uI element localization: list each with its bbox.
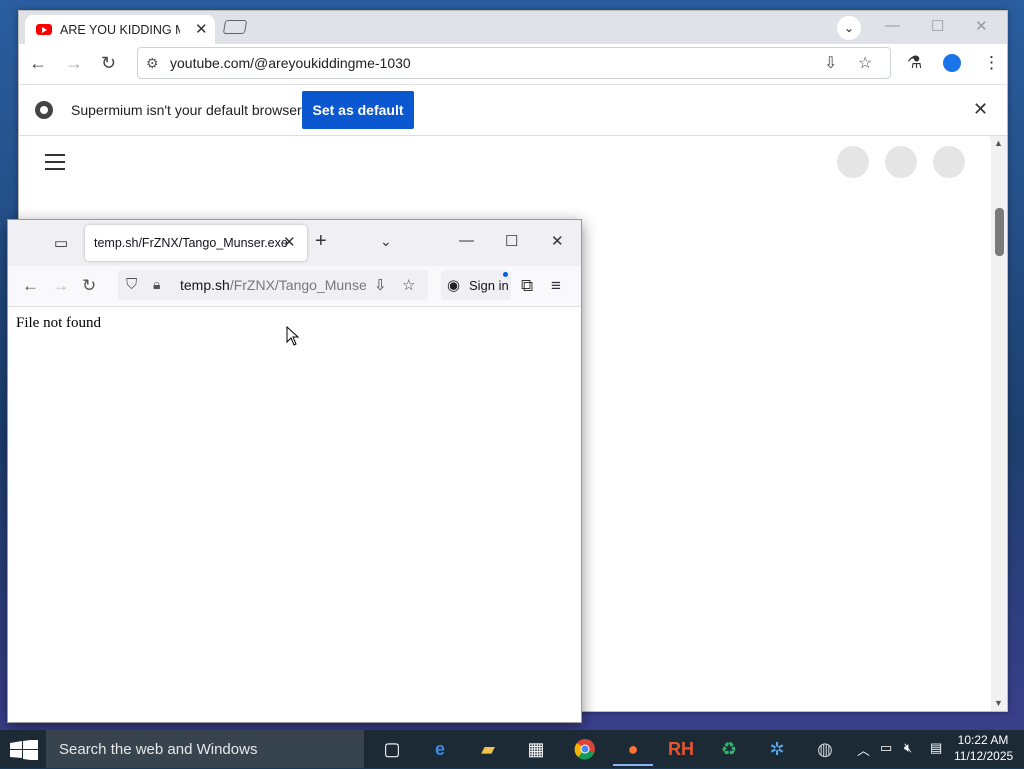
extensions-puzzle-icon[interactable]: ⧉ (521, 276, 533, 296)
notifications-icon[interactable]: ▤ (930, 740, 942, 756)
lock-icon[interactable]: 🔒︎ (153, 276, 160, 293)
close-window-icon[interactable]: ✕ (975, 17, 988, 35)
new-tab-plus-icon[interactable]: + (315, 230, 327, 253)
notification-dot (503, 272, 508, 277)
vertical-scrollbar[interactable]: ▲ ▼ (991, 136, 1007, 711)
tracking-shield-icon[interactable]: ⛉ (126, 276, 137, 293)
supermium-logo-icon (35, 101, 53, 119)
placeholder-circle-1 (837, 146, 869, 178)
back-arrow-icon[interactable]: ← (22, 276, 39, 296)
scrollbar-thumb[interactable] (995, 208, 1004, 256)
firefox-nav-bar: ← → ↻ ⛉ 🔒︎ temp.sh/FrZNX/Tango_Munser.ex… (8, 266, 581, 307)
taskbar-search-box[interactable]: Search the web and Windows (46, 730, 364, 768)
url-path: /FrZNX/Tango_Munser.exe (229, 277, 366, 293)
chrome-address-bar[interactable]: ⚙ youtube.com/@areyoukiddingme-1030 ⇩ ☆ (137, 47, 891, 79)
store-icon[interactable]: ▦ (516, 734, 556, 764)
chrome-tab-title: ARE YOU KIDDING ME (60, 23, 180, 37)
reload-icon[interactable]: ↻ (82, 276, 96, 296)
windows-taskbar: Search the web and Windows ▢ e ▰ ▦ ● RH … (0, 730, 1024, 768)
firefox-tab-title: temp.sh/FrZNX/Tango_Munser.exe (94, 236, 288, 250)
edge-icon[interactable]: e (420, 734, 460, 764)
close-tab-icon[interactable]: ✕ (283, 233, 296, 251)
maximize-icon[interactable]: ☐ (505, 232, 518, 250)
youtube-icon (36, 24, 52, 35)
install-app-icon[interactable]: ⇩ (824, 53, 837, 73)
chrome-tab-youtube[interactable]: ARE YOU KIDDING ME ✕ (25, 15, 215, 44)
minimize-icon[interactable]: — (459, 232, 474, 249)
reload-icon[interactable]: ↻ (101, 53, 116, 74)
clock-time: 10:22 AM (957, 733, 1009, 747)
rh-app-icon[interactable]: RH (661, 734, 701, 764)
tab-search-chevron-icon[interactable]: ⌄ (837, 16, 861, 40)
firefox-url-text: temp.sh/FrZNX/Tango_Munser.exe (180, 277, 366, 293)
file-explorer-icon[interactable]: ▰ (468, 734, 508, 764)
infobar-close-icon[interactable]: ✕ (973, 99, 988, 120)
firefox-icon[interactable]: ● (613, 734, 653, 766)
close-tab-icon[interactable]: ✕ (195, 20, 208, 38)
list-all-tabs-chevron-icon[interactable]: ⌄ (380, 233, 392, 250)
tab-tray-icon[interactable]: ▭ (54, 234, 68, 252)
firefox-tab-bar: ▭ temp.sh/FrZNX/Tango_Munser.exe ✕ + ⌄ —… (8, 220, 581, 266)
bookmark-star-icon[interactable]: ☆ (858, 53, 872, 73)
firefox-tab-temp-sh[interactable]: temp.sh/FrZNX/Tango_Munser.exe ✕ (85, 225, 307, 261)
scroll-down-arrow-icon[interactable]: ▼ (994, 698, 1003, 708)
taskbar-clock[interactable]: 10:22 AM 11/12/2025 (954, 732, 1014, 764)
network-icon[interactable]: ▭ (880, 740, 892, 756)
placeholder-circle-3 (933, 146, 965, 178)
sign-in-label: Sign in (469, 278, 509, 293)
save-download-icon[interactable]: ⇩ (374, 276, 387, 294)
menu-kebab-icon[interactable]: ⋮ (983, 53, 1000, 73)
task-view-icon[interactable]: ▢ (372, 734, 412, 764)
firefox-window: ▭ temp.sh/FrZNX/Tango_Munser.exe ✕ + ⌄ —… (7, 219, 582, 723)
maximize-icon[interactable]: ☐ (931, 17, 944, 35)
url-host: temp.sh (180, 277, 230, 293)
hamburger-menu-icon[interactable]: ≡ (551, 276, 561, 296)
chrome-tab-strip: ARE YOU KIDDING ME ✕ ⌄ — ☐ ✕ (19, 11, 1007, 44)
placeholder-circle-2 (885, 146, 917, 178)
account-icon: ◉ (447, 277, 461, 294)
forward-arrow-icon[interactable]: → (52, 276, 69, 296)
infobar-message: Supermium isn't your default browser (71, 102, 302, 118)
firefox-page-content: File not found (8, 307, 581, 722)
chrome-toolbar: ← → ↻ ⚙ youtube.com/@areyoukiddingme-103… (19, 44, 1007, 85)
set-as-default-button[interactable]: Set as default (302, 91, 414, 129)
firefox-url-bar[interactable]: ⛉ 🔒︎ temp.sh/FrZNX/Tango_Munser.exe ⇩ ☆ (118, 270, 428, 300)
chrome-url-text: youtube.com/@areyoukiddingme-1030 (170, 55, 411, 71)
labs-flask-icon[interactable]: ⚗ (907, 53, 922, 73)
site-info-icon[interactable]: ⚙ (146, 55, 159, 72)
globe-app-icon[interactable]: ◍ (805, 734, 845, 764)
chrome-icon[interactable] (565, 734, 605, 764)
hamburger-menu-icon[interactable] (45, 154, 65, 175)
blue-app-icon[interactable]: ✲ (757, 734, 797, 764)
new-tab-icon[interactable] (222, 20, 248, 34)
bookmark-star-icon[interactable]: ☆ (402, 276, 415, 294)
close-window-icon[interactable]: ✕ (551, 232, 564, 250)
profile-avatar-icon[interactable] (943, 54, 961, 72)
scroll-up-arrow-icon[interactable]: ▲ (994, 138, 1003, 148)
volume-muted-icon[interactable]: 🔇︎ (904, 740, 912, 756)
sign-in-button[interactable]: ◉ Sign in (441, 270, 511, 300)
forward-arrow-icon[interactable]: → (65, 53, 83, 74)
default-browser-infobar: Supermium isn't your default browser Set… (19, 85, 1007, 136)
green-app-icon[interactable]: ♻ (709, 734, 749, 764)
tray-chevron-up-icon[interactable]: ︿ (857, 740, 870, 759)
minimize-icon[interactable]: — (885, 17, 900, 34)
clock-date: 11/12/2025 (954, 749, 1014, 763)
file-not-found-text: File not found (16, 315, 101, 331)
taskbar-search-placeholder: Search the web and Windows (59, 741, 258, 758)
back-arrow-icon[interactable]: ← (29, 53, 47, 74)
windows-start-icon[interactable] (10, 740, 38, 760)
